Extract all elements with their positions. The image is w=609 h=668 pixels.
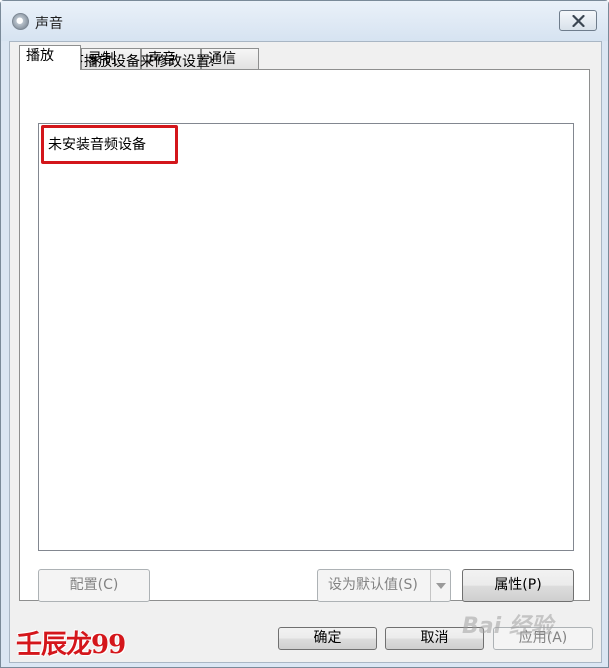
configure-button-label: 配置(C): [69, 577, 119, 593]
close-icon: [572, 15, 585, 27]
site-watermark: Bai 经验: [462, 614, 553, 639]
author-watermark: 壬辰龙99: [16, 630, 126, 660]
playback-device-list[interactable]: 未安装音频设备: [38, 123, 574, 551]
chevron-down-icon: [436, 583, 446, 589]
no-audio-device-message: 未安装音频设备: [48, 137, 146, 153]
cancel-button-label: 取消: [420, 630, 449, 646]
configure-button[interactable]: 配置(C): [38, 569, 150, 602]
sound-dialog-window: 声音 播放 录制 声音 通信 选择以下播放设备来修改设置: 未安装音频设备 配置…: [0, 0, 609, 668]
tab-playback[interactable]: 播放: [19, 45, 81, 70]
tab-playback-label: 播放: [26, 48, 54, 64]
window-title: 声音: [35, 16, 63, 32]
ok-button[interactable]: 确定: [278, 627, 377, 650]
title-bar[interactable]: 声音: [1, 1, 608, 41]
properties-button[interactable]: 属性(P): [462, 569, 574, 602]
properties-button-label: 属性(P): [494, 577, 542, 593]
close-button[interactable]: [559, 10, 597, 31]
ok-button-label: 确定: [313, 630, 342, 646]
set-default-button-label: 设为默认值(S): [328, 577, 418, 593]
set-default-dropdown-arrow[interactable]: [430, 570, 450, 601]
set-default-split-button[interactable]: 设为默认值(S): [317, 569, 451, 602]
speaker-icon: [12, 13, 29, 30]
